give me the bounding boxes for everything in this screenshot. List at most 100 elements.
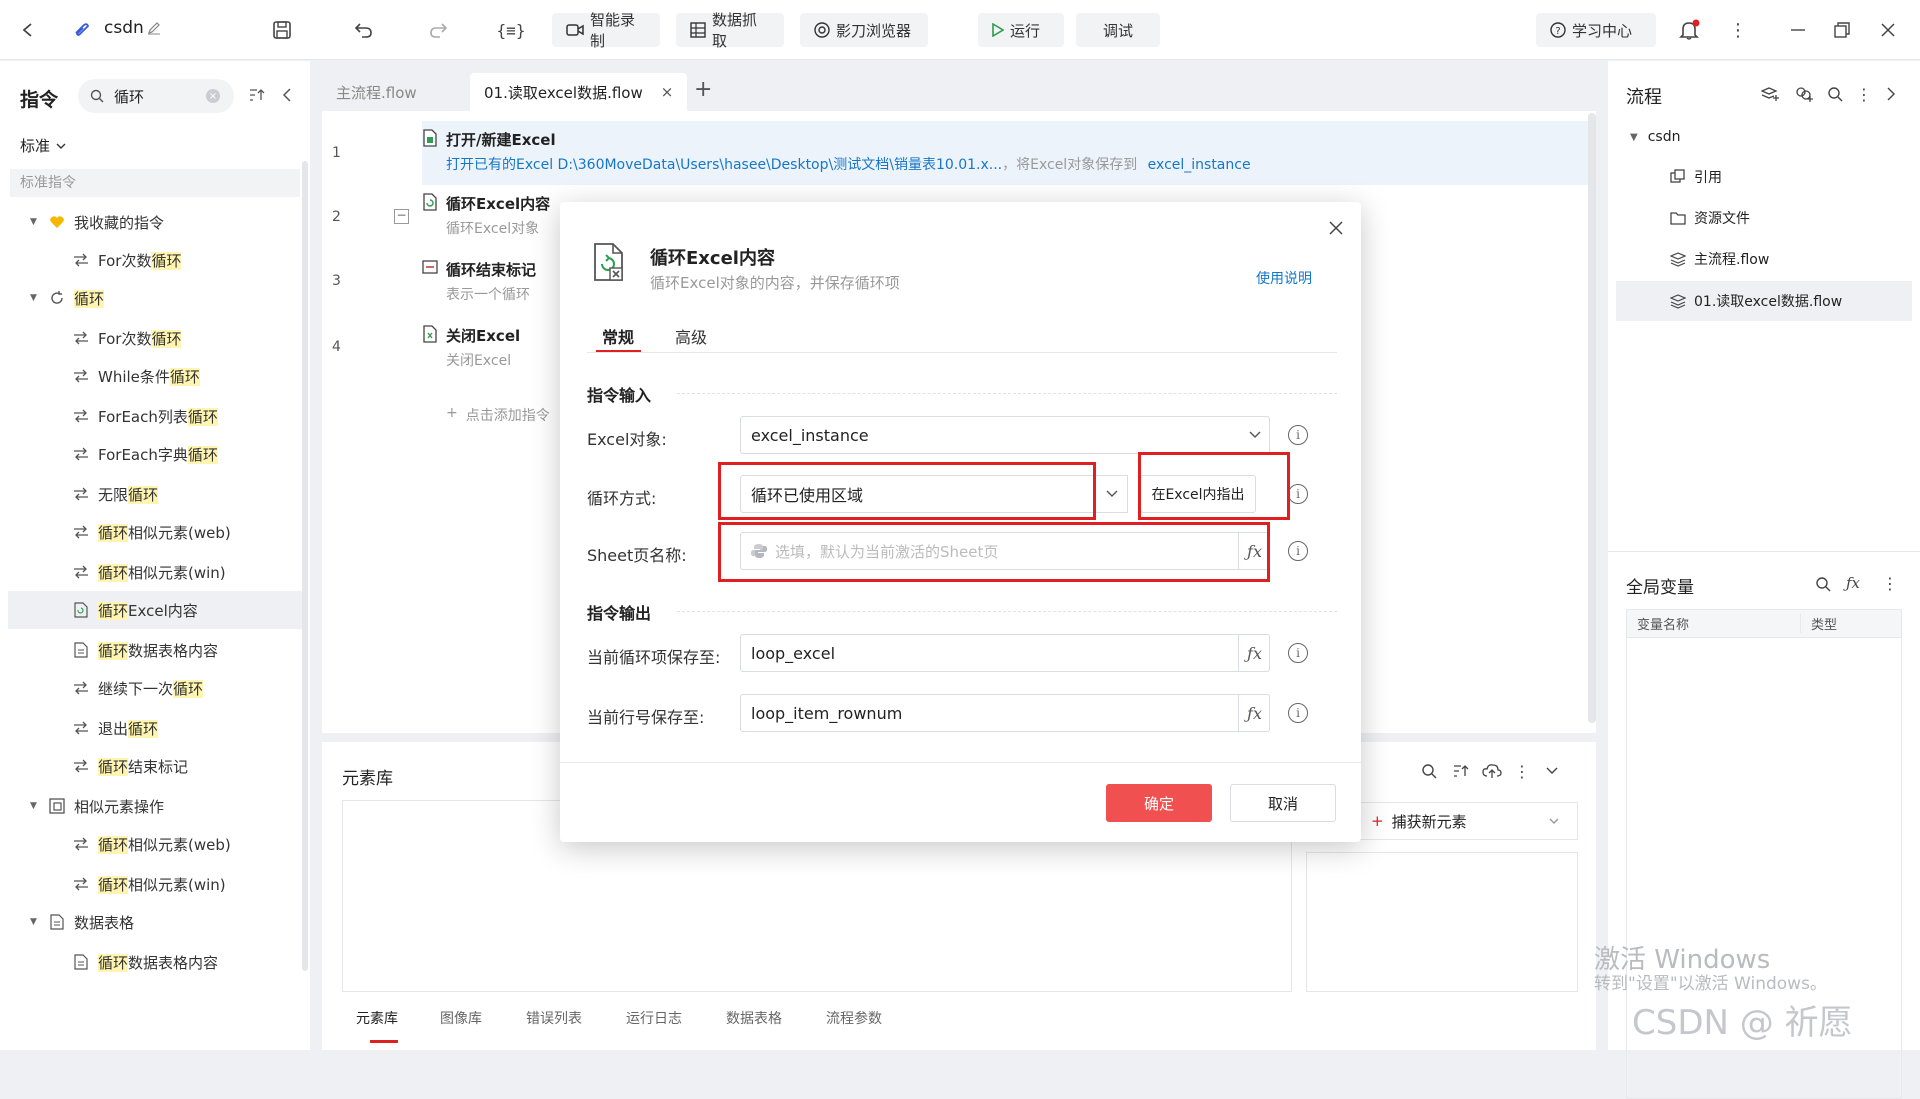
- search-icon[interactable]: [1814, 575, 1832, 593]
- tab-main-flow[interactable]: 主流程.flow: [322, 73, 431, 111]
- tree-item[interactable]: For次数循环: [8, 241, 308, 279]
- tab-element-library[interactable]: 元素库: [356, 1008, 398, 1028]
- tab-read-excel-flow[interactable]: 01.读取excel数据.flow ×: [470, 73, 688, 111]
- collapse-toggle[interactable]: −: [394, 209, 409, 224]
- column-header-name[interactable]: 变量名称: [1627, 614, 1801, 633]
- editor-scrollbar[interactable]: [1588, 113, 1596, 723]
- tree-item-reference[interactable]: 引用: [1670, 167, 1722, 187]
- excel-object-select[interactable]: excel_instance: [740, 416, 1270, 454]
- tree-item-resources[interactable]: 资源文件: [1670, 208, 1750, 228]
- undo-icon[interactable]: [352, 18, 376, 42]
- tree-item[interactable]: ▼ 数据表格: [8, 903, 308, 941]
- close-window-icon[interactable]: [1876, 18, 1900, 42]
- tree-item[interactable]: 循环数据表格内容: [8, 631, 308, 669]
- sort-icon[interactable]: [248, 86, 266, 104]
- layers-add-icon[interactable]: [1760, 85, 1780, 103]
- learning-center-button[interactable]: ? 学习中心: [1536, 13, 1656, 47]
- tab-data-table[interactable]: 数据表格: [726, 1008, 782, 1028]
- info-icon[interactable]: i: [1288, 484, 1308, 504]
- scrollbar[interactable]: [302, 161, 308, 971]
- tree-item[interactable]: ▼ 我收藏的指令: [8, 203, 308, 241]
- run-button[interactable]: 运行: [978, 13, 1064, 47]
- tab-general[interactable]: 常规: [602, 324, 634, 348]
- chevron-down-icon[interactable]: [1544, 762, 1560, 780]
- restore-icon[interactable]: [1830, 18, 1854, 42]
- column-header-type[interactable]: 类型: [1801, 614, 1837, 633]
- tree-item[interactable]: ForEach列表循环: [8, 397, 308, 435]
- tab-flow-params[interactable]: 流程参数: [826, 1008, 882, 1028]
- close-icon[interactable]: [1326, 218, 1346, 238]
- more-vertical-icon[interactable]: ⋮: [1856, 85, 1872, 104]
- info-icon[interactable]: i: [1288, 643, 1308, 663]
- chevron-down-icon[interactable]: [1096, 475, 1128, 513]
- current-item-input[interactable]: loop_excel: [740, 634, 1270, 672]
- tree-item[interactable]: While条件循环: [8, 357, 308, 395]
- tab-error-list[interactable]: 错误列表: [526, 1008, 582, 1028]
- fx-icon[interactable]: ƒx: [1238, 635, 1270, 671]
- step-open-excel[interactable]: 打开/新建Excel 打开已有的Excel D:\360MoveData\Use…: [422, 129, 1582, 174]
- debug-button[interactable]: 调试: [1076, 13, 1160, 47]
- capture-element-button[interactable]: + 捕获新元素: [1356, 802, 1578, 840]
- help-link[interactable]: 使用说明: [1256, 268, 1312, 288]
- caret-down-icon[interactable]: ▼: [30, 293, 37, 303]
- tree-item[interactable]: ▼ 循环: [8, 279, 308, 317]
- code-braces-icon[interactable]: {≡}: [497, 18, 526, 42]
- collapse-panel-icon[interactable]: [278, 86, 296, 104]
- tree-root[interactable]: ▼ csdn: [1630, 129, 1680, 145]
- tree-item[interactable]: 循环相似元素(win): [8, 865, 308, 903]
- more-vertical-icon[interactable]: ⋮: [1882, 573, 1898, 593]
- tree-item[interactable]: 循环结束标记: [8, 747, 308, 785]
- tree-item-read-excel-flow[interactable]: 01.读取excel数据.flow: [1670, 291, 1842, 311]
- smart-record-button[interactable]: 智能录制: [552, 11, 660, 50]
- confirm-button[interactable]: 确定: [1106, 784, 1212, 822]
- tab-run-log[interactable]: 运行日志: [626, 1008, 682, 1028]
- redo-icon[interactable]: [426, 18, 450, 42]
- tree-item[interactable]: 循环Excel内容: [8, 591, 308, 629]
- search-input[interactable]: 循环: [114, 86, 144, 107]
- fx-icon[interactable]: ƒx: [1842, 573, 1864, 593]
- upload-cloud-icon[interactable]: [1482, 762, 1502, 780]
- tree-item[interactable]: 退出循环: [8, 709, 308, 747]
- save-icon[interactable]: [270, 18, 294, 42]
- caret-down-icon[interactable]: ▼: [30, 801, 37, 811]
- tab-advanced[interactable]: 高级: [675, 324, 707, 348]
- fx-icon[interactable]: ƒx: [1238, 695, 1270, 731]
- tree-item[interactable]: 循环数据表格内容: [8, 943, 308, 981]
- data-grab-button[interactable]: 数据抓取: [676, 11, 784, 50]
- bell-icon[interactable]: [1676, 17, 1702, 43]
- tree-item[interactable]: ▼ 相似元素操作: [8, 787, 308, 825]
- tree-item[interactable]: For次数循环: [8, 319, 308, 357]
- caret-down-icon[interactable]: ▼: [30, 917, 37, 927]
- browser-button[interactable]: 影刀浏览器: [800, 13, 928, 47]
- search-icon[interactable]: [1420, 762, 1438, 780]
- info-icon[interactable]: i: [1288, 703, 1308, 723]
- close-tab-icon[interactable]: ×: [661, 83, 674, 101]
- category-dropdown[interactable]: 标准: [20, 135, 66, 156]
- more-vertical-icon[interactable]: ⋮: [1514, 762, 1530, 781]
- tree-item-main-flow[interactable]: 主流程.flow: [1670, 249, 1769, 269]
- variable-link[interactable]: excel_instance: [1148, 157, 1251, 173]
- tree-item[interactable]: 循环相似元素(web): [8, 513, 308, 551]
- caret-down-icon[interactable]: ▼: [30, 217, 37, 227]
- tree-item[interactable]: 循环相似元素(win): [8, 553, 308, 591]
- tree-item[interactable]: 循环相似元素(web): [8, 825, 308, 863]
- clear-icon[interactable]: ×: [206, 89, 220, 103]
- search-icon[interactable]: [1826, 85, 1844, 103]
- tree-item[interactable]: 无限循环: [8, 475, 308, 513]
- cancel-button[interactable]: 取消: [1230, 784, 1336, 822]
- tab-image-library[interactable]: 图像库: [440, 1008, 482, 1028]
- more-vertical-icon[interactable]: ⋮: [1728, 18, 1748, 42]
- tree-item[interactable]: 继续下一次循环: [8, 669, 308, 707]
- info-icon[interactable]: i: [1288, 541, 1308, 561]
- row-number-input[interactable]: loop_item_rownum: [740, 694, 1270, 732]
- edit-icon[interactable]: [146, 20, 162, 36]
- chevron-right-icon[interactable]: [1884, 85, 1898, 103]
- add-step-button[interactable]: + 点击添加指令: [446, 405, 550, 425]
- sort-icon[interactable]: [1452, 762, 1470, 780]
- chevron-down-icon[interactable]: [1549, 817, 1559, 825]
- add-tab-icon[interactable]: +: [694, 77, 712, 102]
- tree-item[interactable]: ForEach字典循环: [8, 435, 308, 473]
- minimize-icon[interactable]: [1786, 18, 1810, 42]
- info-icon[interactable]: i: [1288, 425, 1308, 445]
- command-search[interactable]: 循环 ×: [78, 79, 234, 113]
